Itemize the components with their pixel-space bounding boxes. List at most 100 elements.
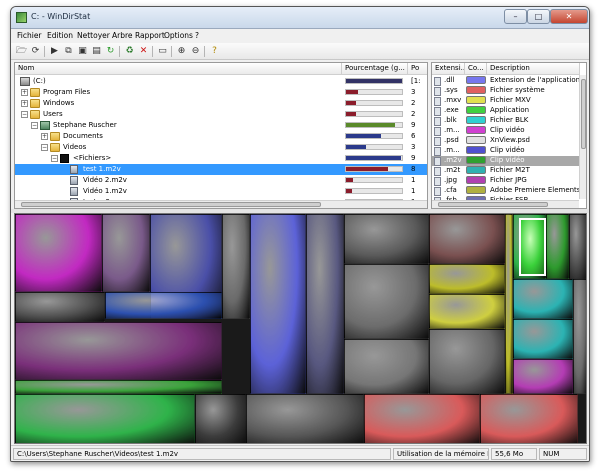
treemap-cell[interactable] [429, 329, 505, 394]
scrollbar-thumb[interactable] [438, 202, 548, 207]
extension-row[interactable]: .exe Application [432, 106, 579, 116]
tree-row[interactable]: (C:) [1: [15, 76, 427, 87]
menu-help[interactable]: ? [195, 31, 199, 40]
treemap-cell[interactable] [429, 264, 505, 294]
extension-row[interactable]: .m2v Clip vidéo [432, 156, 579, 166]
tree-row[interactable]: test 1.m2v 8 [15, 164, 427, 175]
menu-edition[interactable]: Edition [47, 31, 73, 40]
zoom-out-icon[interactable]: ⊖ [189, 45, 202, 58]
treemap-cell[interactable] [505, 214, 513, 394]
tree-horizontal-scrollbar[interactable] [15, 200, 427, 208]
treemap-cell[interactable] [344, 264, 429, 339]
expand-toggle-icon[interactable]: − [51, 155, 58, 162]
extension-horizontal-scrollbar[interactable] [432, 200, 579, 208]
treemap-cell[interactable] [513, 319, 573, 359]
tree-row[interactable]: − Videos 3 [15, 142, 427, 153]
extension-vertical-scrollbar[interactable] [579, 75, 586, 199]
treemap-cell[interactable] [102, 214, 150, 292]
treemap-cell[interactable] [15, 322, 222, 380]
treemap-cell[interactable] [15, 380, 222, 394]
column-percentage[interactable]: Pourcentage (g... [342, 63, 408, 75]
treemap-cell[interactable] [546, 214, 569, 279]
open-icon[interactable]: 🗁 [15, 45, 28, 58]
extension-row[interactable]: .m... Clip vidéo [432, 126, 579, 136]
treemap-cell[interactable] [513, 279, 573, 319]
extension-row[interactable]: .cfa Adobe Premiere Elements File [432, 186, 586, 196]
zoom-in-icon[interactable]: ⊕ [175, 45, 188, 58]
treemap-cell[interactable] [429, 214, 505, 264]
extension-row[interactable]: .blk Fichier BLK [432, 116, 579, 126]
recycle-icon[interactable]: ♻ [123, 45, 136, 58]
menu-options[interactable]: Options [164, 31, 193, 40]
expand-toggle-icon[interactable]: + [41, 133, 48, 140]
extension-row[interactable]: .m2t Fichier M2T [432, 166, 579, 176]
treemap-cell[interactable] [480, 394, 578, 443]
expand-toggle-icon[interactable]: + [21, 100, 28, 107]
treemap-cell[interactable] [250, 214, 306, 394]
explorer-icon[interactable]: ▣ [76, 45, 89, 58]
treemap-cell[interactable] [246, 394, 364, 443]
maximize-button[interactable]: □ [527, 9, 550, 24]
tree-row[interactable]: − Users 2 [15, 109, 427, 120]
tree-row[interactable]: − Stephane Ruscher 9 [15, 120, 427, 131]
treemap-cell[interactable] [569, 214, 586, 279]
treemap-cell[interactable] [306, 214, 344, 394]
tree-row[interactable]: Vidéo 1.m2v 1 [15, 186, 427, 197]
column-description[interactable]: Description [487, 63, 580, 75]
column-po[interactable]: Po [408, 63, 427, 75]
extension-row[interactable]: .mxv Fichier MXV [432, 96, 579, 106]
tree-row-percent: 3 [411, 143, 416, 151]
play-icon[interactable]: ▶ [48, 45, 61, 58]
treemap-cell[interactable] [222, 214, 250, 319]
treemap-cell[interactable] [364, 394, 480, 443]
column-name[interactable]: Nom [15, 63, 342, 75]
properties-icon[interactable]: ▭ [156, 45, 169, 58]
extension-row[interactable]: .sys Fichier système [432, 86, 579, 96]
treemap-cell[interactable] [195, 394, 246, 443]
column-color[interactable]: Co... [465, 63, 487, 75]
menu-arbre[interactable]: Arbre [112, 31, 133, 40]
menu-fichier[interactable]: Fichier [17, 31, 42, 40]
refresh-all-icon[interactable]: ⟳ [29, 45, 42, 58]
extension-row[interactable]: .dll Extension de l'application [432, 76, 580, 86]
tree-row[interactable]: + Documents 6 [15, 131, 427, 142]
treemap-cell[interactable] [429, 294, 505, 329]
treemap-selected-cell[interactable] [519, 218, 546, 276]
command-prompt-icon[interactable]: ▤ [90, 45, 103, 58]
title-bar[interactable]: C: - WinDirStat – □ ✕ [11, 7, 589, 29]
tree-row[interactable]: − <Fichiers> 9 [15, 153, 427, 164]
extension-description: Fichier système [490, 86, 545, 94]
expand-toggle-icon[interactable]: + [21, 89, 28, 96]
toolbar-separator [44, 46, 45, 57]
column-extension[interactable]: Extensi... [432, 63, 465, 75]
close-button[interactable]: ✕ [550, 9, 588, 24]
menu-nettoyer[interactable]: Nettoyer [77, 31, 110, 40]
tree-row[interactable]: Vidéo 2.m2v 1 [15, 175, 427, 186]
scrollbar-thumb[interactable] [21, 202, 321, 207]
tree-row[interactable]: + Windows 2 [15, 98, 427, 109]
expand-toggle-icon[interactable]: − [41, 144, 48, 151]
help-icon[interactable]: ? [208, 45, 221, 58]
treemap-cell[interactable] [15, 214, 102, 292]
menu-rapport[interactable]: Rapport [135, 31, 165, 40]
minimize-button[interactable]: – [504, 9, 527, 24]
copy-icon[interactable]: ⧉ [62, 45, 75, 58]
treemap-cell[interactable] [344, 339, 429, 394]
treemap-cell[interactable] [573, 279, 586, 394]
treemap[interactable] [14, 213, 587, 444]
treemap-cell[interactable] [344, 214, 429, 264]
scrollbar-thumb[interactable] [581, 79, 586, 149]
extension-row[interactable]: .m... Clip vidéo [432, 146, 579, 156]
treemap-cell[interactable] [105, 292, 222, 319]
expand-toggle-icon[interactable]: − [31, 122, 38, 129]
extension-row[interactable]: .psd XnView.psd [432, 136, 579, 146]
delete-icon[interactable]: ✕ [137, 45, 150, 58]
toolbar-separator [119, 46, 120, 57]
extension-row[interactable]: .jpg Fichier JPG [432, 176, 579, 186]
expand-toggle-icon[interactable]: − [21, 111, 28, 118]
refresh-icon[interactable]: ↻ [104, 45, 117, 58]
treemap-cell[interactable] [15, 292, 105, 322]
treemap-cell[interactable] [15, 394, 195, 443]
treemap-cell[interactable] [513, 359, 573, 394]
tree-row[interactable]: + Program Files 3 [15, 87, 427, 98]
